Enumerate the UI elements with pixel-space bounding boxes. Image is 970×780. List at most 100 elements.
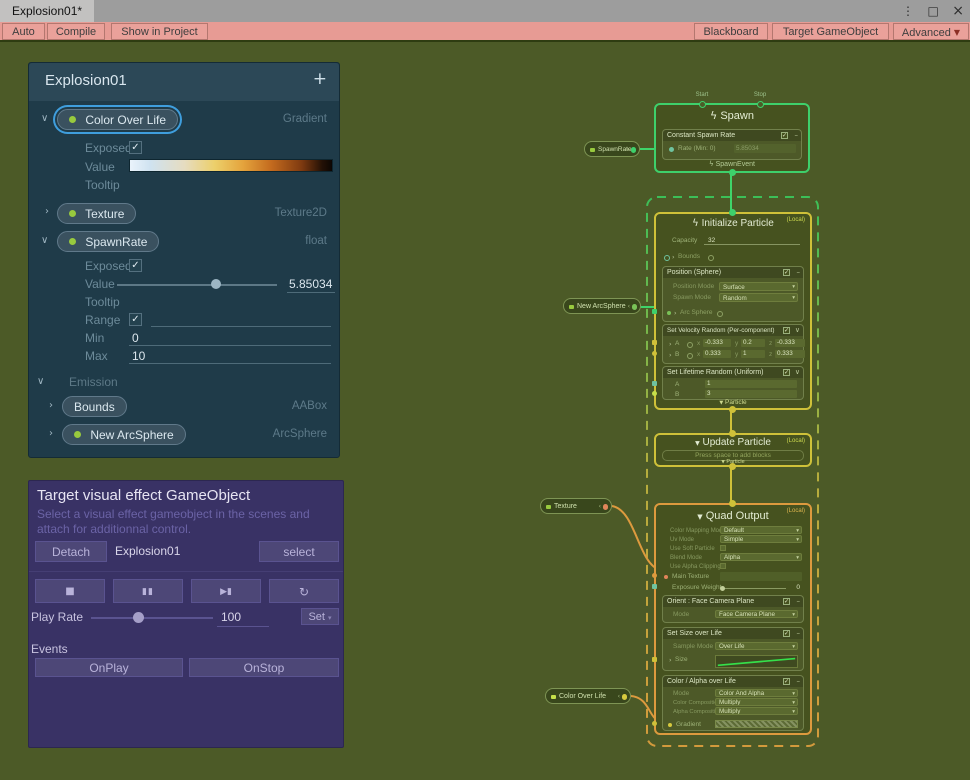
soft-particle-checkbox[interactable] — [720, 545, 726, 551]
show-in-project-button[interactable]: Show in Project — [111, 23, 208, 40]
vel-b-z-field[interactable]: 0.333 — [775, 350, 805, 358]
exposure-slider-handle[interactable] — [720, 586, 725, 591]
exposure-value[interactable]: 0 — [796, 583, 800, 593]
block-collapse-icon[interactable]: – — [797, 628, 801, 639]
param-node-texture[interactable]: Texture ‹ — [540, 498, 612, 514]
orient-header[interactable]: Orient : Face Camera Plane ✓ – — [663, 596, 803, 607]
lifetime-random-header[interactable]: Set Lifetime Random (Uniform) ✓ ∨ — [663, 367, 803, 378]
category-emission[interactable]: Emission — [69, 375, 118, 389]
main-texture-input-port[interactable] — [652, 573, 657, 578]
stop-button[interactable]: ■ — [35, 579, 105, 603]
constant-spawn-rate-header[interactable]: Constant Spawn Rate ✓ – — [663, 130, 801, 141]
velocity-a-input-port[interactable] — [652, 340, 657, 345]
velocity-random-header[interactable]: Set Velocity Random (Per-component) ✓ ∨ — [663, 325, 803, 336]
add-parameter-button[interactable]: + — [313, 69, 327, 89]
onstop-button[interactable]: OnStop — [189, 658, 339, 677]
update-output-port[interactable] — [729, 463, 736, 470]
blackboard-toggle-button[interactable]: Blackboard — [694, 23, 768, 40]
expand-icon[interactable]: › — [672, 252, 675, 262]
vel-a-z-field[interactable]: -0.333 — [775, 339, 805, 347]
lifetime-a-field[interactable]: 1 — [705, 380, 797, 388]
position-sphere-header[interactable]: Position (Sphere) ✓ – — [663, 267, 803, 278]
block-enabled-checkbox[interactable]: ✓ — [783, 630, 790, 637]
param-pill-texture[interactable]: Texture — [57, 203, 136, 224]
play-rate-value-field[interactable]: 100 — [221, 610, 241, 624]
sample-mode-dropdown[interactable]: Over Life ▾ — [715, 642, 798, 650]
rate-field[interactable]: 5.85034 — [734, 144, 796, 153]
arcsphere-output-port[interactable] — [632, 304, 638, 310]
block-collapse-icon[interactable]: – — [797, 267, 801, 278]
set-rate-dropdown[interactable]: Set ▾ — [301, 608, 339, 625]
kebab-menu-icon[interactable]: ⋮ — [902, 4, 914, 18]
play-rate-slider-track[interactable] — [91, 617, 213, 619]
expand-icon[interactable]: › — [669, 339, 672, 349]
arcsphere-picker-icon[interactable] — [717, 311, 723, 317]
block-collapse-icon[interactable]: ∨ — [795, 325, 800, 336]
onplay-button[interactable]: OnPlay — [35, 658, 183, 677]
select-button[interactable]: select — [259, 541, 339, 562]
initialize-particle-node[interactable]: ϟ Initialize Particle (Local) Capacity 3… — [654, 212, 812, 410]
rate-port-dot[interactable] — [669, 147, 674, 152]
gradient-preview-field[interactable] — [129, 159, 333, 172]
vel-a-x-field[interactable]: -0.333 — [703, 339, 731, 347]
colorlife-output-port[interactable] — [622, 694, 628, 700]
lifetime-b-input-port[interactable] — [652, 391, 657, 396]
quad-output-node[interactable]: ▼ Quad Output (Local) Color Mapping Mode… — [654, 503, 812, 735]
vel-b-x-field[interactable]: 0.333 — [703, 350, 731, 358]
gradient-input-port[interactable] — [652, 721, 657, 726]
arc-sphere-port-dot[interactable] — [667, 311, 671, 315]
value-slider-handle[interactable] — [211, 279, 221, 289]
color-comp-dropdown[interactable]: Multiply ▾ — [715, 698, 798, 706]
block-enabled-checkbox[interactable]: ✓ — [783, 327, 790, 334]
chevron-right-icon[interactable]: › — [49, 400, 53, 411]
block-collapse-icon[interactable]: – — [795, 130, 799, 141]
color-mapping-dropdown[interactable]: Default ▾ — [720, 526, 802, 534]
blend-mode-dropdown[interactable]: Alpha ▾ — [720, 553, 802, 561]
play-rate-slider-handle[interactable] — [133, 612, 144, 623]
expand-icon[interactable]: › — [669, 655, 672, 665]
exposure-slider-track[interactable] — [722, 588, 786, 589]
param-pill-spawnrate[interactable]: SpawnRate — [57, 231, 159, 252]
spawn-mode-dropdown[interactable]: Random ▾ — [719, 293, 798, 302]
lifetime-a-input-port[interactable] — [652, 381, 657, 386]
block-enabled-checkbox[interactable]: ✓ — [783, 369, 790, 376]
color-mode-dropdown[interactable]: Color And Alpha ▾ — [715, 689, 798, 697]
spawn-context-node[interactable]: Start Stop ϟ Spawn Constant Spawn Rate ✓… — [654, 103, 810, 173]
size-over-life-header[interactable]: Set Size over Life ✓ – — [663, 628, 803, 639]
lifetime-b-field[interactable]: 3 — [705, 390, 797, 398]
exposure-input-port[interactable] — [652, 584, 657, 589]
exposed-checkbox[interactable]: ✓ — [129, 141, 142, 154]
step-button[interactable]: ▶▮ — [191, 579, 261, 603]
spawnrate-value-field[interactable]: 5.85034 — [289, 277, 332, 291]
range-checkbox[interactable]: ✓ — [129, 313, 142, 326]
alpha-comp-dropdown[interactable]: Multiply ▾ — [715, 707, 798, 715]
pause-button[interactable]: ▮▮ — [113, 579, 183, 603]
param-node-color-over-life[interactable]: Color Over Life ‹ — [545, 688, 631, 704]
chevron-down-icon[interactable]: ∨ — [41, 235, 48, 246]
initialize-output-port[interactable] — [729, 406, 736, 413]
gradient-port-dot[interactable] — [668, 723, 672, 727]
bounds-port-dot[interactable] — [664, 255, 670, 261]
arc-sphere-input-port[interactable] — [652, 309, 657, 314]
alpha-clipping-checkbox[interactable] — [720, 563, 726, 569]
vel-b-y-field[interactable]: 1 — [741, 350, 765, 358]
gradient-field[interactable] — [715, 720, 798, 728]
target-gameobject-toggle-button[interactable]: Target GameObject — [772, 23, 889, 40]
update-particle-node[interactable]: ▼ Update Particle (Local) Press space to… — [654, 433, 812, 467]
size-input-port[interactable] — [652, 657, 657, 662]
orient-mode-dropdown[interactable]: Face Camera Plane ▾ — [715, 610, 798, 618]
color-alpha-header[interactable]: Color / Alpha over Life ✓ – — [663, 676, 803, 687]
param-node-spawnrate[interactable]: SpawnRate ‹ — [584, 141, 640, 157]
capacity-field[interactable]: 32 — [708, 236, 715, 246]
exposed-checkbox[interactable]: ✓ — [129, 259, 142, 272]
chevron-right-icon[interactable]: › — [49, 428, 53, 439]
tab-explosion01[interactable]: Explosion01* — [0, 0, 94, 22]
close-icon[interactable]: × — [952, 3, 964, 19]
texture-output-port[interactable] — [603, 504, 609, 510]
compile-button[interactable]: Compile — [47, 23, 105, 40]
chevron-down-icon[interactable]: ∨ — [37, 376, 44, 387]
block-collapse-icon[interactable]: – — [797, 676, 801, 687]
blackboard-header[interactable]: Explosion01 + — [29, 63, 339, 101]
bounds-picker-icon[interactable] — [708, 255, 714, 261]
size-curve-field[interactable] — [715, 655, 798, 668]
